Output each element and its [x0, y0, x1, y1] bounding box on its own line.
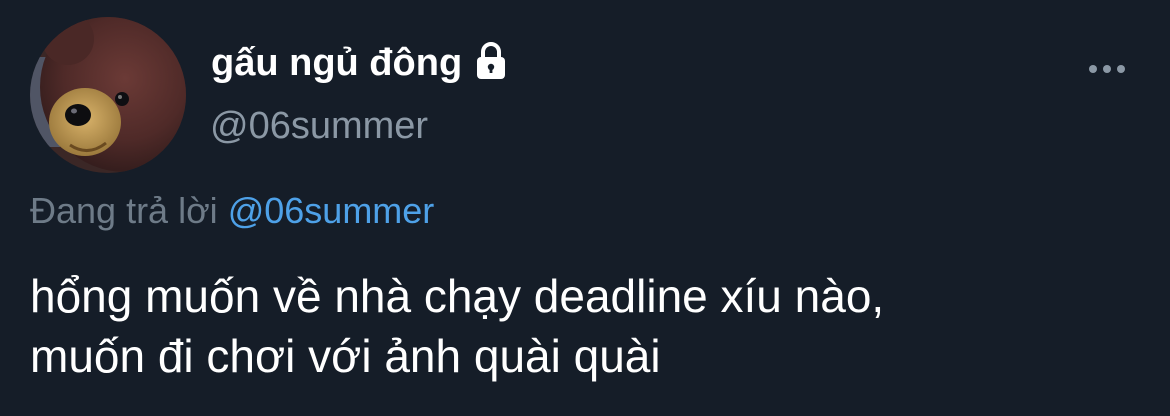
replying-to-handle-link[interactable]: @06summer	[228, 190, 435, 231]
lock-icon	[477, 42, 506, 79]
teddy-bear-avatar-icon	[30, 17, 186, 173]
tweet-text-line: muốn đi chơi với ảnh quài quài	[30, 330, 661, 382]
tweet-text-line: hổng muốn về nhà chạy deadline xíu nào,	[30, 270, 885, 322]
replying-to: Đang trả lời @06summer	[30, 190, 434, 232]
user-handle[interactable]: @06summer	[210, 105, 428, 148]
tweet-card: gấu ngủ đông @06summer Đang trả lời @06s…	[0, 0, 1170, 416]
display-name-row: gấu ngủ đông	[211, 40, 512, 86]
avatar[interactable]	[30, 17, 186, 173]
replying-to-label: Đang trả lời	[30, 190, 218, 231]
display-name[interactable]: gấu ngủ đông	[211, 42, 462, 85]
tweet-text: hổng muốn về nhà chạy deadline xíu nào, …	[30, 266, 1140, 386]
more-options-icon[interactable]	[1086, 60, 1128, 78]
